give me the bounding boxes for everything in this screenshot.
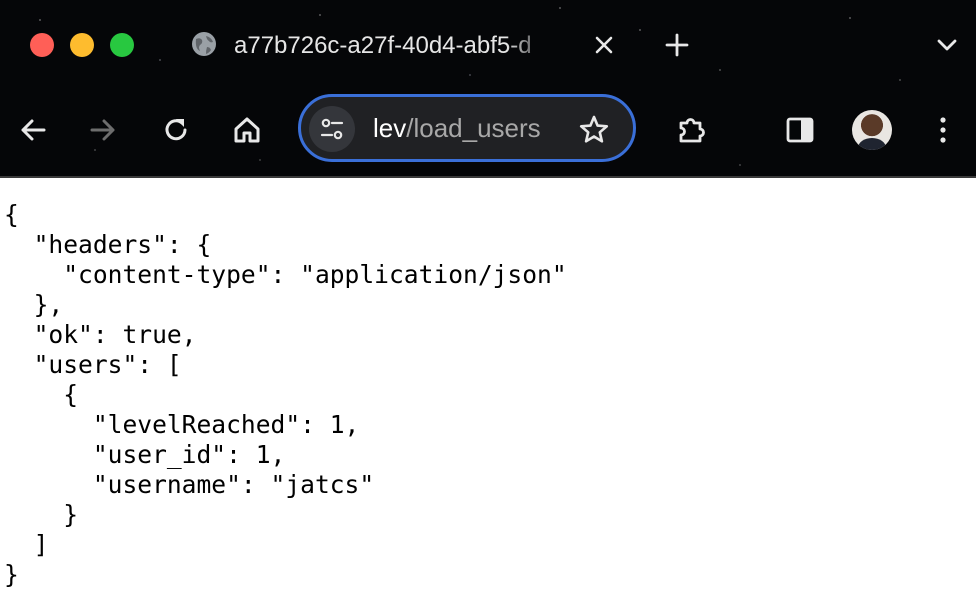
json-line: "headers": { [4,230,212,259]
profile-avatar[interactable] [852,110,892,150]
bookmark-star-icon[interactable] [577,113,611,147]
new-tab-plus-icon[interactable] [664,32,690,58]
json-line: ] [4,530,49,559]
address-bar[interactable]: lev/load_users [298,94,636,162]
back-arrow-icon[interactable] [16,113,50,147]
tune-icon [320,118,344,140]
browser-chrome: a77b726c-a27f-40d4-abf5-d lev/load_users [0,0,976,176]
window-zoom-button[interactable] [110,33,134,57]
json-line: "user_id": 1, [4,440,286,469]
json-line: { [4,380,79,409]
json-line: } [4,500,79,529]
json-response-body: { "headers": { "content-type": "applicat… [4,200,567,590]
reload-icon[interactable] [159,113,193,147]
chevron-down-icon[interactable] [934,36,960,54]
window-minimize-button[interactable] [70,33,94,57]
forward-arrow-icon[interactable] [86,113,120,147]
json-line: "ok": true, [4,320,197,349]
site-info-button[interactable] [309,106,355,152]
json-line: { [4,200,19,229]
json-line: "content-type": "application/json" [4,260,567,289]
url-text[interactable]: lev/load_users [373,113,541,144]
json-line: } [4,560,19,589]
url-path: /load_users [406,113,541,143]
close-tab-icon[interactable] [592,33,616,57]
more-menu-icon[interactable] [926,113,960,147]
json-line: }, [4,290,64,319]
url-host-fragment: lev [373,113,407,143]
home-icon[interactable] [230,113,264,147]
window-close-button[interactable] [30,33,54,57]
extensions-puzzle-icon[interactable] [675,113,709,147]
toolbar-divider [0,176,976,178]
active-tab[interactable]: a77b726c-a27f-40d4-abf5-d [180,22,628,68]
tab-title: a77b726c-a27f-40d4-abf5-d [234,32,532,59]
avatar-shoulders [858,138,886,150]
json-line: "users": [ [4,350,182,379]
side-panel-icon[interactable] [783,113,817,147]
json-line: "username": "jatcs" [4,470,375,499]
json-line: "levelReached": 1, [4,410,360,439]
globe-icon [192,32,216,56]
